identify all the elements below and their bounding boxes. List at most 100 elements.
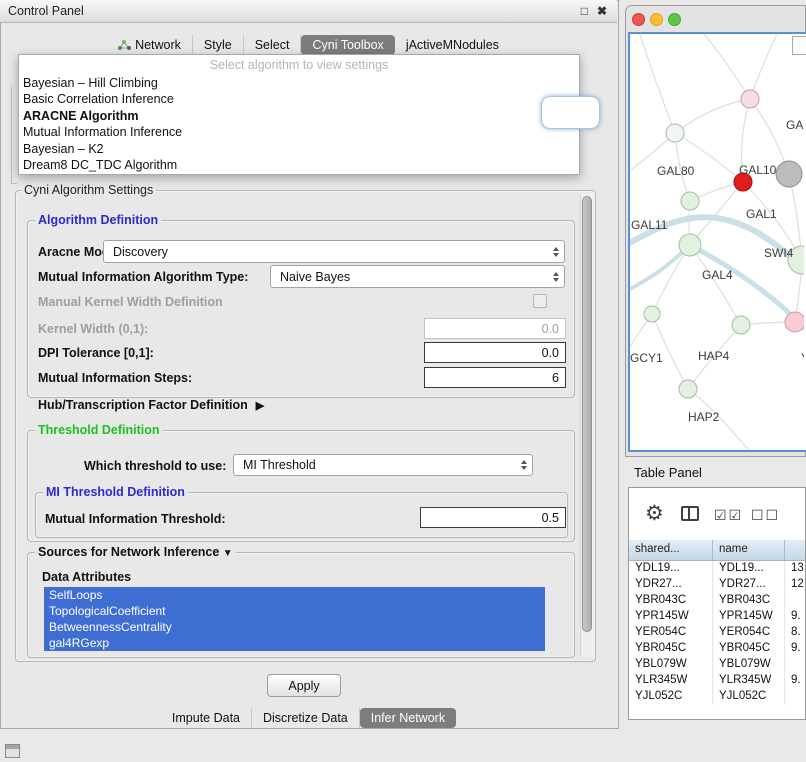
- select-all-columns-icon[interactable]: ☑☑: [714, 507, 743, 524]
- table-row[interactable]: YPR145WYPR145W9.: [629, 609, 805, 625]
- dpi-tolerance-field[interactable]: 0.0: [424, 342, 566, 363]
- network-node[interactable]: [666, 124, 684, 142]
- tab-network[interactable]: Network: [107, 35, 193, 55]
- threshold-definition-title: Threshold Definition: [35, 423, 163, 437]
- table-row[interactable]: YJL052CYJL052C: [629, 689, 805, 705]
- which-threshold-select[interactable]: MI Threshold: [233, 454, 533, 476]
- tab-infer-network[interactable]: Infer Network: [360, 708, 456, 728]
- tab-select[interactable]: Select: [244, 35, 302, 55]
- tab-label: jActiveMNodules: [406, 38, 499, 52]
- tab-discretize-data[interactable]: Discretize Data: [252, 708, 360, 728]
- node-label: GAL10: [739, 163, 777, 177]
- network-node[interactable]: [785, 312, 804, 332]
- tab-label: Impute Data: [172, 711, 240, 725]
- network-node[interactable]: [741, 90, 759, 108]
- network-edge: [750, 34, 780, 99]
- tab-label: Infer Network: [371, 711, 445, 725]
- table-row[interactable]: YDL19...YDL19...13: [629, 561, 805, 577]
- column-header[interactable]: name: [713, 540, 785, 560]
- mi-algorithm-type-select[interactable]: Naive Bayes: [270, 265, 565, 288]
- node-label: YE: [801, 351, 804, 365]
- expand-right-icon: ▶: [256, 399, 264, 412]
- which-threshold-label: Which threshold to use:: [84, 459, 226, 473]
- algorithm-option[interactable]: Mutual Information Inference: [19, 124, 579, 140]
- mi-steps-field[interactable]: 6: [424, 367, 566, 388]
- algorithm-option[interactable]: Bayesian – Hill Climbing: [19, 75, 579, 91]
- data-attributes-list: SelfLoopsTopologicalCoefficientBetweenne…: [44, 587, 545, 651]
- attribute-item[interactable]: TopologicalCoefficient: [44, 603, 545, 619]
- table-cell: YPR145W: [713, 609, 785, 625]
- attribute-item[interactable]: SelfLoops: [44, 587, 545, 603]
- algorithm-option[interactable]: Dream8 DC_TDC Algorithm: [19, 157, 579, 173]
- settings-gear-icon[interactable]: ⚙: [645, 501, 664, 526]
- float-window-icon[interactable]: □: [581, 4, 588, 18]
- algorithm-option[interactable]: Bayesian – K2: [19, 141, 579, 157]
- stepper-icon: [553, 272, 559, 282]
- hub-definition-toggle[interactable]: Hub/Transcription Factor Definition ▶: [38, 398, 264, 412]
- tab-jactivemnodules[interactable]: jActiveMNodules: [395, 35, 510, 55]
- column-header[interactable]: [785, 540, 805, 560]
- zoom-button[interactable]: [668, 13, 681, 26]
- kernel-width-field[interactable]: 0.0: [424, 318, 566, 339]
- table-row[interactable]: YER054CYER054C8.: [629, 625, 805, 641]
- table-cell: [785, 657, 805, 673]
- close-button[interactable]: [632, 13, 645, 26]
- tab-impute-data[interactable]: Impute Data: [161, 708, 252, 728]
- table-cell: YER054C: [629, 625, 713, 641]
- algorithm-definition-title: Algorithm Definition: [35, 213, 161, 227]
- table-cell: YDL19...: [713, 561, 785, 577]
- node-label: GCY1: [630, 351, 663, 365]
- table-cell: 9.: [785, 609, 805, 625]
- mi-threshold-label: Mutual Information Threshold:: [45, 512, 226, 526]
- kernel-width-label: Kernel Width (0,1):: [38, 322, 148, 336]
- background-fieldset-fragment: [11, 183, 17, 184]
- control-panel-titlebar: Control Panel □ ✖: [0, 0, 617, 23]
- table-row[interactable]: YBL079WYBL079W: [629, 657, 805, 673]
- node-label: GAL1: [746, 207, 777, 221]
- column-header[interactable]: shared...: [629, 540, 713, 560]
- tab-label: Cyni Toolbox: [312, 38, 383, 52]
- aracne-mode-select[interactable]: Discovery: [103, 240, 565, 263]
- network-node[interactable]: [681, 192, 699, 210]
- data-attributes-label: Data Attributes: [42, 570, 131, 584]
- network-node[interactable]: [776, 161, 802, 187]
- network-edge: [652, 245, 690, 314]
- view-corner-widget[interactable]: [792, 36, 806, 55]
- attribute-item[interactable]: gal4RGexp: [44, 635, 545, 651]
- node-label: SWI4: [764, 246, 794, 260]
- tab-style[interactable]: Style: [193, 35, 244, 55]
- attribute-item[interactable]: BetweennessCentrality: [44, 619, 545, 635]
- table-cell: YJL052C: [629, 689, 713, 705]
- algorithm-placeholder: Select algorithm to view settings: [19, 55, 579, 75]
- mi-algorithm-type-value: Naive Bayes: [280, 270, 350, 284]
- tab-cyni-toolbox[interactable]: Cyni Toolbox: [301, 35, 394, 55]
- settings-scrollbar-thumb[interactable]: [582, 196, 592, 632]
- network-node[interactable]: [644, 306, 660, 322]
- apply-button[interactable]: Apply: [267, 674, 341, 697]
- close-icon[interactable]: ✖: [597, 4, 607, 18]
- algorithm-option[interactable]: Basic Correlation Inference: [19, 91, 579, 107]
- table-cell: 8.: [785, 625, 805, 641]
- table-cell: 9.: [785, 673, 805, 689]
- minimize-button[interactable]: [650, 13, 663, 26]
- algorithm-option[interactable]: ARACNE Algorithm: [19, 108, 579, 124]
- network-node[interactable]: [679, 380, 697, 398]
- table-cell: [785, 689, 805, 705]
- network-canvas[interactable]: GAL80GAL10GAL11GAL1SWI4GAL4GCY1HAP4HAP2G…: [630, 34, 804, 450]
- table-row[interactable]: YBR045CYBR045C9.: [629, 641, 805, 657]
- mi-threshold-field[interactable]: 0.5: [420, 507, 566, 528]
- network-node[interactable]: [679, 234, 701, 256]
- deselect-all-columns-icon[interactable]: ☐☐: [751, 507, 780, 524]
- minimized-panel-icon[interactable]: [5, 744, 20, 758]
- show-columns-icon[interactable]: [681, 506, 699, 521]
- manual-kernel-width-checkbox[interactable]: [533, 294, 547, 308]
- table-cell: [785, 593, 805, 609]
- network-node[interactable]: [732, 316, 750, 334]
- network-edge: [638, 34, 675, 133]
- cyni-settings-group-title: Cyni Algorithm Settings: [21, 183, 156, 197]
- table-row[interactable]: YLR345WYLR345W9.: [629, 673, 805, 689]
- sources-group-title[interactable]: Sources for Network Inference ▼: [35, 545, 236, 559]
- stepper-icon: [553, 247, 559, 257]
- table-row[interactable]: YBR043CYBR043C: [629, 593, 805, 609]
- table-row[interactable]: YDR27...YDR27...12: [629, 577, 805, 593]
